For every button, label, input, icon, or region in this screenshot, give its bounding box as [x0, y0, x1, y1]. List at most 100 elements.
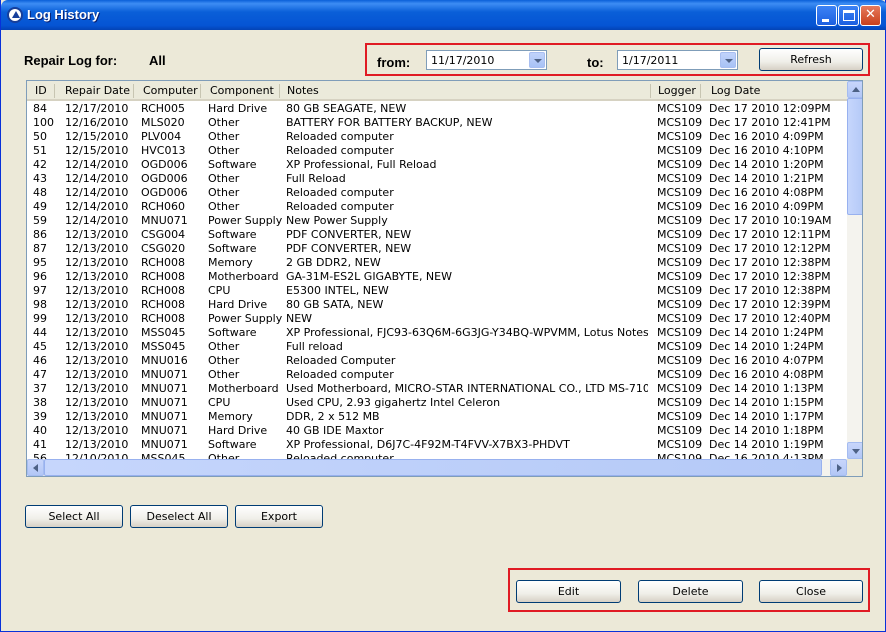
- cell-repair-date: 12/14/2010: [65, 158, 129, 171]
- horizontal-scroll-thumb[interactable]: [44, 459, 822, 476]
- cell-notes: Used Motherboard, MICRO-STAR INTERNATION…: [286, 382, 648, 395]
- cell-notes: Reloaded computer: [286, 368, 394, 381]
- repair-log-for-label: Repair Log for:: [24, 53, 118, 68]
- table-row[interactable]: 46 12/13/2010 MNU016 Other Reloaded Computer…: [27, 354, 847, 368]
- cell-component: Other: [208, 172, 240, 185]
- cell-logger: MCS109: [657, 186, 703, 199]
- cell-computer: RCH008: [141, 312, 186, 325]
- cell-id: 95: [33, 256, 47, 269]
- cell-component: Motherboard: [208, 382, 279, 395]
- repair-log-table: ID Repair Date Computer Component Notes …: [26, 80, 863, 477]
- column-header-id[interactable]: ID: [35, 84, 47, 97]
- table-row[interactable]: 98 12/13/2010 RCH008 Hard Drive 80 GB SATA, …: [27, 298, 847, 312]
- vertical-scroll-thumb[interactable]: [847, 98, 862, 215]
- column-header-repair-date[interactable]: Repair Date: [65, 84, 130, 97]
- scroll-up-button[interactable]: [847, 81, 862, 98]
- cell-notes: 40 GB IDE Maxtor: [286, 424, 384, 437]
- table-row[interactable]: 95 12/13/2010 RCH008 Memory 2 GB DDR2, NEW MC…: [27, 256, 847, 270]
- refresh-button[interactable]: Refresh: [759, 48, 863, 71]
- cell-computer: MSS045: [141, 340, 186, 353]
- column-divider[interactable]: [200, 84, 201, 98]
- table-row[interactable]: 48 12/14/2010 OGD006 Other Reloaded computer…: [27, 186, 847, 200]
- cell-repair-date: 12/16/2010: [65, 116, 129, 129]
- cell-computer: RCH008: [141, 270, 186, 283]
- table-row[interactable]: 47 12/13/2010 MNU071 Other Reloaded computer…: [27, 368, 847, 382]
- column-header-log-date[interactable]: Log Date: [711, 84, 760, 97]
- cell-logger: MCS109: [657, 144, 703, 157]
- from-date-value: 11/17/2010: [431, 54, 495, 67]
- column-divider[interactable]: [700, 84, 701, 98]
- column-divider[interactable]: [650, 84, 651, 98]
- table-row[interactable]: 99 12/13/2010 RCH008 Power Supply NEW MCS109 D…: [27, 312, 847, 326]
- cell-component: Power Supply: [208, 312, 283, 325]
- table-row[interactable]: 40 12/13/2010 MNU071 Hard Drive 40 GB IDE Ma…: [27, 424, 847, 438]
- table-row[interactable]: 97 12/13/2010 RCH008 CPU E5300 INTEL, NEW MCS…: [27, 284, 847, 298]
- delete-button[interactable]: Delete: [638, 580, 743, 603]
- chevron-down-icon[interactable]: [720, 52, 736, 68]
- cell-id: 51: [33, 144, 47, 157]
- cell-notes: 2 GB DDR2, NEW: [286, 256, 381, 269]
- table-row[interactable]: 41 12/13/2010 MNU071 Software XP Professiona…: [27, 438, 847, 452]
- table-row[interactable]: 44 12/13/2010 MSS045 Software XP Professiona…: [27, 326, 847, 340]
- table-row[interactable]: 100 12/16/2010 MLS020 Other BATTERY FOR BATT…: [27, 116, 847, 130]
- chevron-down-icon[interactable]: [529, 52, 545, 68]
- close-button[interactable]: Close: [759, 580, 863, 603]
- table-row[interactable]: 49 12/14/2010 RCH060 Other Reloaded computer…: [27, 200, 847, 214]
- deselect-all-button[interactable]: Deselect All: [130, 505, 228, 528]
- arrow-right-icon: [837, 464, 842, 472]
- cell-repair-date: 12/13/2010: [65, 354, 129, 367]
- table-body: 84 12/17/2010 RCH005 Hard Drive 80 GB SEAGAT…: [27, 102, 847, 466]
- cell-id: 99: [33, 312, 47, 325]
- cell-log-date: Dec 17 2010 12:39PM: [709, 298, 831, 311]
- export-button[interactable]: Export: [235, 505, 323, 528]
- cell-component: Other: [208, 186, 240, 199]
- cell-notes: XP Professional, D6J7C-4F92M-T4FVV-X7BX3…: [286, 438, 570, 451]
- cell-component: CPU: [208, 396, 231, 409]
- title-bar[interactable]: Log History ✕: [1, 0, 886, 30]
- column-header-computer[interactable]: Computer: [143, 84, 198, 97]
- column-header-component[interactable]: Component: [210, 84, 274, 97]
- table-row[interactable]: 42 12/14/2010 OGD006 Software XP Professiona…: [27, 158, 847, 172]
- cell-id: 86: [33, 228, 47, 241]
- table-row[interactable]: 38 12/13/2010 MNU071 CPU Used CPU, 2.93 giga…: [27, 396, 847, 410]
- table-row[interactable]: 43 12/14/2010 OGD006 Other Full Reload MCS109…: [27, 172, 847, 186]
- cell-component: Other: [208, 116, 240, 129]
- table-row[interactable]: 39 12/13/2010 MNU071 Memory DDR, 2 x 512 MB M…: [27, 410, 847, 424]
- edit-button[interactable]: Edit: [516, 580, 621, 603]
- scroll-down-button[interactable]: [847, 442, 862, 459]
- column-divider[interactable]: [133, 84, 134, 98]
- close-window-button[interactable]: ✕: [860, 5, 881, 26]
- cell-notes: Full Reload: [286, 172, 346, 185]
- maximize-button[interactable]: [838, 5, 859, 26]
- scroll-right-button[interactable]: [830, 459, 847, 476]
- minimize-button[interactable]: [816, 5, 837, 26]
- select-all-button[interactable]: Select All: [25, 505, 123, 528]
- table-row[interactable]: 84 12/17/2010 RCH005 Hard Drive 80 GB SEAGAT…: [27, 102, 847, 116]
- table-row[interactable]: 59 12/14/2010 MNU071 Power Supply New Power …: [27, 214, 847, 228]
- cell-logger: MCS109: [657, 298, 703, 311]
- cell-notes: Reloaded computer: [286, 144, 394, 157]
- cell-computer: OGD006: [141, 186, 188, 199]
- to-date-picker[interactable]: 1/17/2011: [617, 50, 738, 70]
- table-row[interactable]: 45 12/13/2010 MSS045 Other Full reload MCS109…: [27, 340, 847, 354]
- cell-notes: XP Professional, FJC93-63Q6M-6G3JG-Y34BQ…: [286, 326, 648, 339]
- column-header-notes[interactable]: Notes: [287, 84, 319, 97]
- table-row[interactable]: 37 12/13/2010 MNU071 Motherboard Used Mother…: [27, 382, 847, 396]
- cell-log-date: Dec 17 2010 12:41PM: [709, 116, 831, 129]
- close-icon: ✕: [865, 7, 876, 22]
- cell-log-date: Dec 14 2010 1:20PM: [709, 158, 824, 171]
- cell-log-date: Dec 14 2010 1:24PM: [709, 326, 824, 339]
- scroll-left-button[interactable]: [27, 459, 44, 476]
- table-row[interactable]: 86 12/13/2010 CSG004 Software PDF CONVERTER,…: [27, 228, 847, 242]
- column-divider[interactable]: [279, 84, 280, 98]
- cell-id: 40: [33, 424, 47, 437]
- table-row[interactable]: 50 12/15/2010 PLV004 Other Reloaded computer…: [27, 130, 847, 144]
- table-row[interactable]: 87 12/13/2010 CSG020 Software PDF CONVERTER,…: [27, 242, 847, 256]
- table-row[interactable]: 96 12/13/2010 RCH008 Motherboard GA-31M-ES2L…: [27, 270, 847, 284]
- horizontal-scrollbar[interactable]: [27, 459, 847, 476]
- column-header-logger[interactable]: Logger: [658, 84, 696, 97]
- table-row[interactable]: 51 12/15/2010 HVC013 Other Reloaded computer…: [27, 144, 847, 158]
- from-date-picker[interactable]: 11/17/2010: [426, 50, 547, 70]
- column-divider[interactable]: [54, 84, 55, 98]
- vertical-scrollbar[interactable]: [847, 81, 862, 459]
